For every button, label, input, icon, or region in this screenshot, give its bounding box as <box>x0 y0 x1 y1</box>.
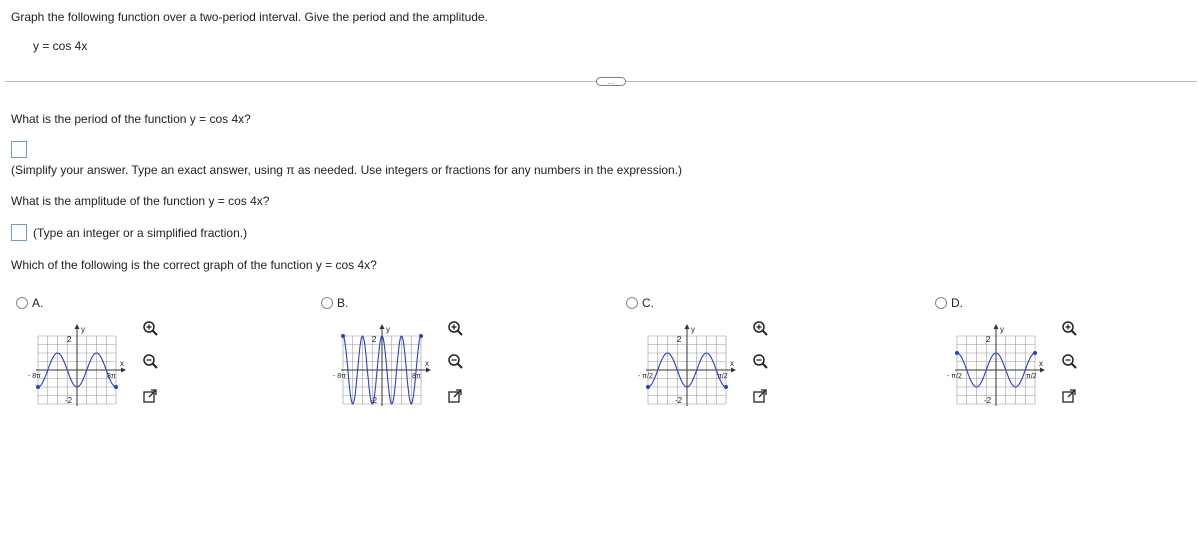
curve-endpoint <box>114 385 118 389</box>
zoom-out-icon[interactable] <box>752 353 768 369</box>
x-right-label: π/2 <box>717 373 728 380</box>
curve-endpoint <box>955 351 959 355</box>
option-a-label: A. <box>32 296 44 310</box>
option-d-radio[interactable] <box>935 297 947 309</box>
y-axis-arrow <box>684 324 690 329</box>
period-answer-input[interactable] <box>11 141 27 158</box>
option-a-graph[interactable]: 2 -2 y x - 8π 8π <box>28 318 138 413</box>
x-left-label: - 8π <box>333 373 346 380</box>
option-b-label: B. <box>337 296 349 310</box>
more-button[interactable]: ... <box>596 77 626 86</box>
y-axis-label: y <box>1000 325 1004 334</box>
zoom-in-icon[interactable] <box>752 320 768 336</box>
x-axis-label: x <box>1039 359 1043 368</box>
amplitude-hint: (Type an integer or a simplified fractio… <box>33 226 248 240</box>
y-tick-label: 2 <box>67 335 72 344</box>
curve-endpoint <box>419 334 423 338</box>
zoom-in-icon[interactable] <box>1061 320 1077 336</box>
x-left-label: - 8π <box>28 373 41 380</box>
curve-endpoint <box>724 385 728 389</box>
pop-out-icon[interactable] <box>752 388 768 404</box>
y-neg-tick-label: -2 <box>984 396 992 405</box>
option-c-graph[interactable]: 2 -2 y x - π/2 π/2 <box>638 318 748 413</box>
y-neg-tick-label: -2 <box>65 396 73 405</box>
zoom-out-icon[interactable] <box>142 353 158 369</box>
pop-out-icon[interactable] <box>447 388 463 404</box>
option-b-graph[interactable]: 2 -2 y x - 8π 8π <box>333 318 443 413</box>
function-text: y = cos 4x <box>33 39 88 53</box>
option-a-radio[interactable] <box>16 297 28 309</box>
option-d-graph[interactable]: 2 -2 y x - π/2 π/2 <box>947 318 1057 413</box>
x-axis-arrow <box>731 367 736 373</box>
period-question: What is the period of the function y = c… <box>11 112 251 126</box>
x-axis-arrow <box>426 367 431 373</box>
y-axis-label: y <box>691 325 695 334</box>
y-tick-label: 2 <box>677 335 682 344</box>
x-axis-arrow <box>121 367 126 373</box>
amplitude-answer-input[interactable] <box>11 224 27 241</box>
x-axis-label: x <box>120 359 124 368</box>
option-d-label: D. <box>951 296 963 310</box>
y-axis-arrow <box>74 324 80 329</box>
option-c-label: C. <box>642 296 654 310</box>
y-axis-arrow <box>993 324 999 329</box>
period-hint: (Simplify your answer. Type an exact ans… <box>11 163 683 177</box>
x-left-label: - π/2 <box>638 373 653 380</box>
x-right-label: 8π <box>412 373 421 380</box>
curve-endpoint <box>36 385 40 389</box>
curve-endpoint <box>341 334 345 338</box>
graph-question: Which of the following is the correct gr… <box>11 258 377 272</box>
curve-endpoint <box>1033 351 1037 355</box>
y-tick-label: 2 <box>372 335 377 344</box>
option-b-radio[interactable] <box>321 297 333 309</box>
zoom-out-icon[interactable] <box>447 353 463 369</box>
y-neg-tick-label: -2 <box>370 396 378 405</box>
x-axis-arrow <box>1040 367 1045 373</box>
pop-out-icon[interactable] <box>1061 388 1077 404</box>
y-neg-tick-label: -2 <box>675 396 683 405</box>
x-left-label: - π/2 <box>947 373 962 380</box>
y-axis-label: y <box>81 325 85 334</box>
x-axis-label: x <box>730 359 734 368</box>
y-tick-label: 2 <box>986 335 991 344</box>
curve-endpoint <box>646 385 650 389</box>
y-axis-label: y <box>386 325 390 334</box>
pop-out-icon[interactable] <box>142 388 158 404</box>
option-c-radio[interactable] <box>626 297 638 309</box>
x-axis-label: x <box>425 359 429 368</box>
instruction-text: Graph the following function over a two-… <box>11 10 488 24</box>
zoom-out-icon[interactable] <box>1061 353 1077 369</box>
zoom-in-icon[interactable] <box>142 320 158 336</box>
amplitude-question: What is the amplitude of the function y … <box>11 194 270 208</box>
y-axis-arrow <box>379 324 385 329</box>
zoom-in-icon[interactable] <box>447 320 463 336</box>
x-right-label: π/2 <box>1026 373 1037 380</box>
x-right-label: 8π <box>107 373 116 380</box>
